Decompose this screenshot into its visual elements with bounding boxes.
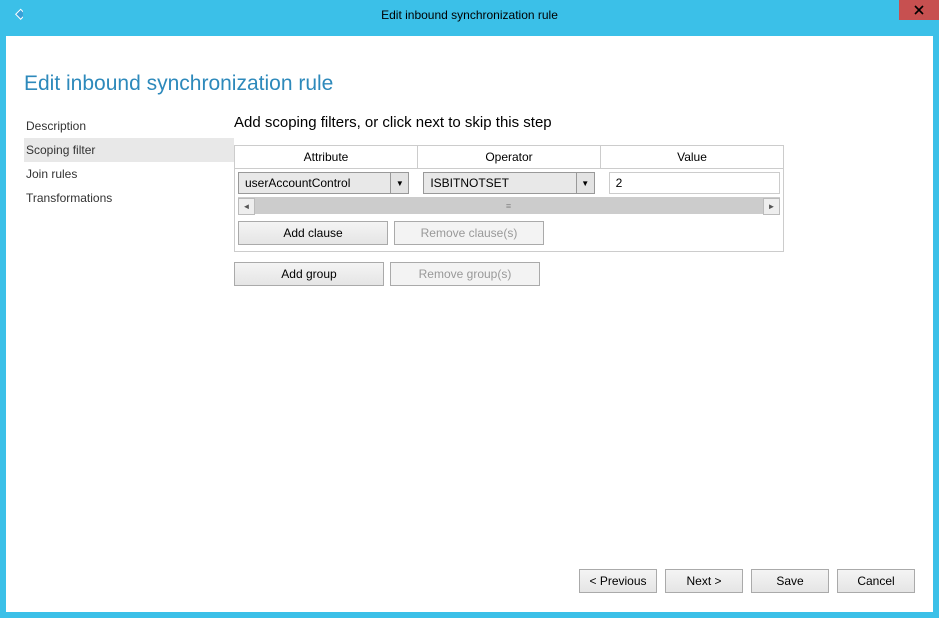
operator-value: ISBITNOTSET [424, 176, 575, 190]
remove-groups-button[interactable]: Remove group(s) [390, 262, 540, 286]
value-field[interactable] [609, 172, 780, 194]
wizard-nav: Description Scoping filter Join rules Tr… [24, 114, 234, 558]
attribute-combo[interactable]: userAccountControl ▼ [238, 172, 409, 194]
scroll-right-icon[interactable]: ► [763, 198, 780, 215]
filter-row: userAccountControl ▼ ISBITNOTSET ▼ [235, 169, 783, 197]
nav-transformations[interactable]: Transformations [24, 186, 234, 210]
add-group-button[interactable]: Add group [234, 262, 384, 286]
chevron-down-icon[interactable]: ▼ [576, 173, 594, 193]
wizard-footer: < Previous Next > Save Cancel [24, 558, 925, 604]
scroll-grip-icon: ≡ [506, 201, 512, 211]
operator-combo[interactable]: ISBITNOTSET ▼ [423, 172, 594, 194]
scroll-left-icon[interactable]: ◄ [238, 198, 255, 215]
scroll-track[interactable]: ≡ [255, 198, 763, 214]
filter-group-box: Attribute Operator Value userAccountCont… [234, 145, 784, 252]
nav-join-rules[interactable]: Join rules [24, 162, 234, 186]
instruction-text: Add scoping filters, or click next to sk… [234, 114, 925, 131]
page-title: Edit inbound synchronization rule [24, 72, 925, 96]
attribute-value: userAccountControl [239, 176, 390, 190]
close-button[interactable] [899, 0, 939, 20]
nav-scoping-filter[interactable]: Scoping filter [24, 138, 234, 162]
main-panel: Add scoping filters, or click next to sk… [234, 114, 925, 558]
group-button-row: Add group Remove group(s) [234, 262, 925, 286]
chevron-down-icon[interactable]: ▼ [390, 173, 408, 193]
window-title: Edit inbound synchronization rule [0, 8, 939, 22]
remove-clauses-button[interactable]: Remove clause(s) [394, 221, 544, 245]
save-button[interactable]: Save [751, 569, 829, 593]
col-attribute: Attribute [235, 146, 418, 168]
next-button[interactable]: Next > [665, 569, 743, 593]
add-clause-button[interactable]: Add clause [238, 221, 388, 245]
horizontal-scrollbar[interactable]: ◄ ≡ ► [238, 197, 780, 214]
col-value: Value [601, 146, 783, 168]
grid-header-row: Attribute Operator Value [235, 146, 783, 169]
clause-button-row: Add clause Remove clause(s) [235, 217, 783, 251]
titlebar: Edit inbound synchronization rule [0, 0, 939, 30]
previous-button[interactable]: < Previous [579, 569, 657, 593]
col-operator: Operator [418, 146, 601, 168]
cancel-button[interactable]: Cancel [837, 569, 915, 593]
nav-description[interactable]: Description [24, 114, 234, 138]
app-icon [0, 0, 30, 30]
scroll-thumb[interactable]: ≡ [255, 199, 763, 213]
value-input[interactable] [609, 172, 780, 194]
